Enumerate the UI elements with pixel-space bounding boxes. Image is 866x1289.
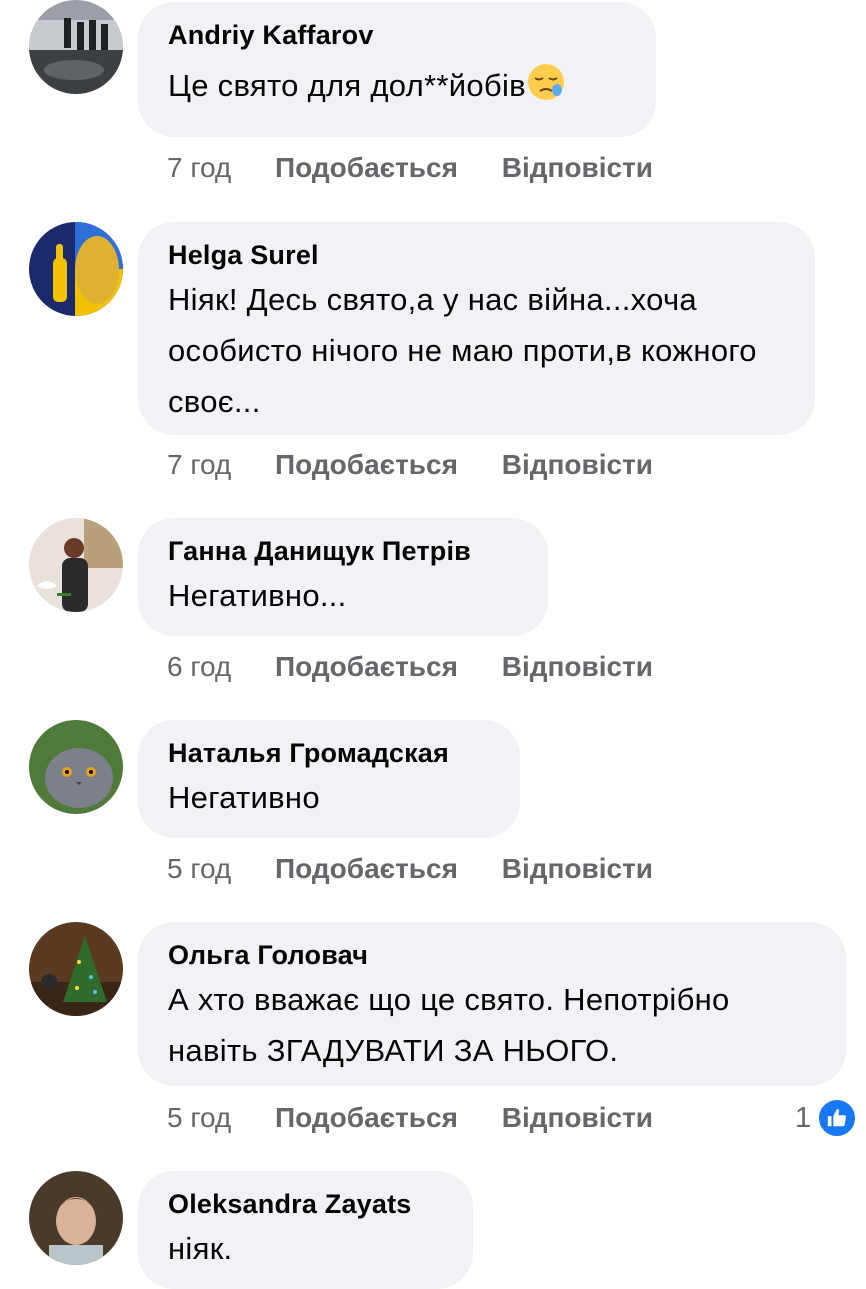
- comment-text: Негативно...: [168, 578, 347, 613]
- like-button[interactable]: Подобається: [275, 853, 458, 884]
- avatar[interactable]: [29, 1171, 123, 1265]
- reaction-count: 1: [795, 1101, 812, 1134]
- avatar[interactable]: [29, 222, 123, 316]
- comment-bubble: Oleksandra Zayats ніяк.: [138, 1171, 473, 1289]
- avatar[interactable]: [29, 0, 123, 94]
- avatar-photo: [29, 222, 123, 316]
- reply-button[interactable]: Відповісти: [502, 853, 653, 884]
- comment-actions: 6 год Подобається Відповісти: [167, 650, 689, 684]
- comment-bubble: Ганна Данищук Петрів Негативно...: [138, 518, 548, 636]
- reply-button[interactable]: Відповісти: [502, 152, 653, 183]
- comment-text: Це свято для дол**йобів: [168, 68, 526, 103]
- like-button[interactable]: Подобається: [275, 449, 458, 480]
- avatar-photo: [29, 1171, 123, 1265]
- like-button[interactable]: Подобається: [275, 152, 458, 183]
- thumbs-up-icon: [817, 1098, 858, 1138]
- avatar-photo: [29, 720, 123, 814]
- like-button[interactable]: Подобається: [275, 651, 458, 682]
- comment-time[interactable]: 5 год: [167, 853, 231, 884]
- reaction-summary[interactable]: 1: [795, 1098, 858, 1138]
- avatar-photo: [29, 518, 123, 612]
- comment-bubble: Helga Surel Ніяк! Десь свято,а у нас вій…: [138, 222, 815, 435]
- avatar[interactable]: [29, 922, 123, 1016]
- comment-time[interactable]: 6 год: [167, 651, 231, 682]
- comment-time[interactable]: 7 год: [167, 449, 231, 480]
- avatar-photo: [29, 922, 123, 1016]
- comment-text: Негативно: [168, 780, 320, 815]
- comment-bubble: Наталья Громадская Негативно: [138, 720, 520, 838]
- comment-author[interactable]: Ганна Данищук Петрів: [168, 534, 518, 568]
- avatar[interactable]: [29, 720, 123, 814]
- comment-author[interactable]: Helga Surel: [168, 238, 785, 272]
- comment-author[interactable]: Наталья Громадская: [168, 736, 490, 770]
- comment-author[interactable]: Andriy Kaffarov: [168, 18, 626, 52]
- comment-time[interactable]: 5 год: [167, 1102, 231, 1133]
- comment-actions: 7 год Подобається Відповісти: [167, 448, 689, 482]
- comment-author[interactable]: Ольга Головач: [168, 938, 816, 972]
- comment-actions: 5 год Подобається Відповісти: [167, 852, 689, 886]
- comment-bubble: Ольга Головач А хто вважає що це свято. …: [138, 922, 846, 1086]
- avatar[interactable]: [29, 518, 123, 612]
- comment-text: Ніяк! Десь свято,а у нас війна...хоча ос…: [168, 282, 757, 419]
- comment-text: ніяк.: [168, 1231, 233, 1266]
- like-button[interactable]: Подобається: [275, 1102, 458, 1133]
- comment-actions: 7 год Подобається Відповісти: [167, 151, 689, 185]
- reply-button[interactable]: Відповісти: [502, 1102, 653, 1133]
- reply-button[interactable]: Відповісти: [502, 449, 653, 480]
- comment-actions: 5 год Подобається Відповісти: [167, 1101, 689, 1135]
- comment-text-line: Це свято для дол**йобів: [168, 60, 626, 111]
- sleepy-face-icon: [527, 64, 564, 100]
- comment-text: А хто вважає що це свято. Непотрібно нав…: [168, 982, 730, 1068]
- comment-time[interactable]: 7 год: [167, 152, 231, 183]
- comment-author[interactable]: Oleksandra Zayats: [168, 1187, 443, 1221]
- reply-button[interactable]: Відповісти: [502, 651, 653, 682]
- avatar-photo: [29, 0, 123, 94]
- comment-bubble: Andriy Kaffarov Це свято для дол**йобів: [138, 2, 656, 137]
